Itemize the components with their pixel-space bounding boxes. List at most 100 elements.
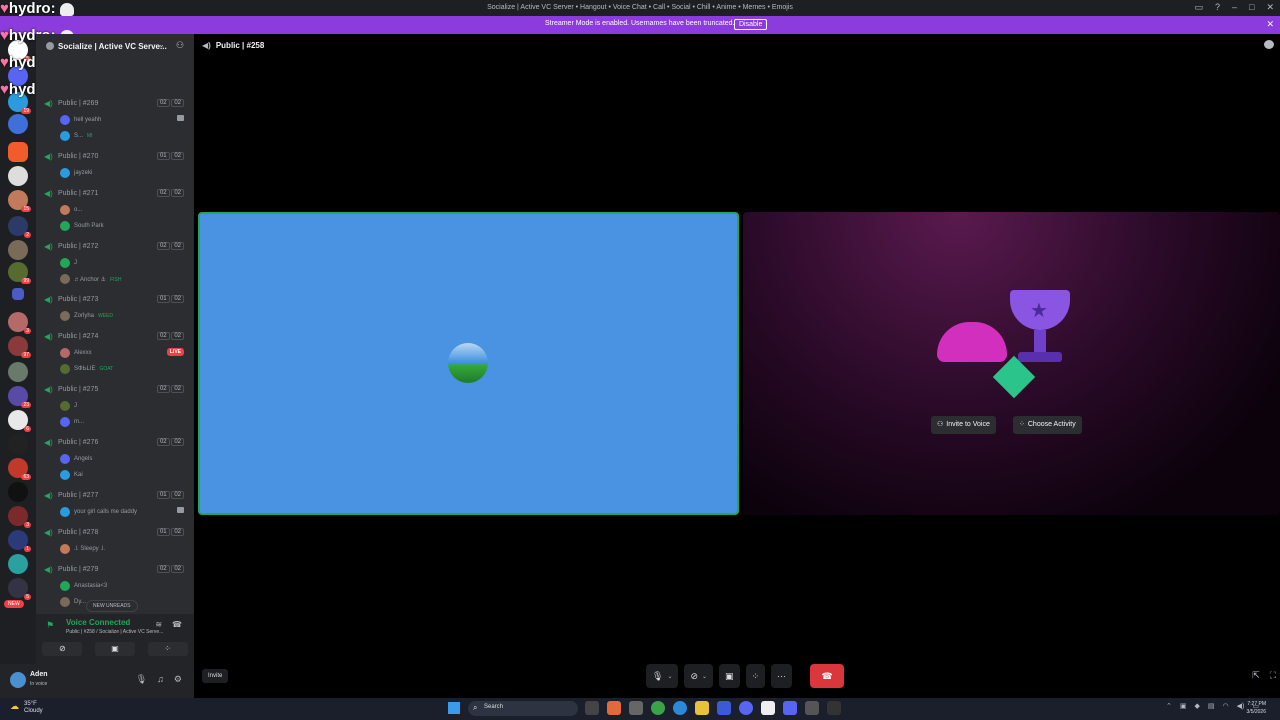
- gear-icon[interactable]: ⚙: [174, 674, 182, 685]
- app-icon[interactable]: [717, 701, 731, 715]
- inbox-icon[interactable]: ▭: [1194, 2, 1203, 13]
- voice-member[interactable]: ЅФЬLIE GOAT: [36, 361, 194, 377]
- microphone-icon[interactable]: 🎙: [136, 674, 147, 685]
- voice-member[interactable]: J: [36, 255, 194, 271]
- voice-member[interactable]: jayzeki: [36, 165, 194, 181]
- tray-app-icon[interactable]: ▤: [1208, 702, 1215, 710]
- microphone-button[interactable]: 🎙 ⌄: [646, 664, 679, 688]
- voice-channel[interactable]: ◀) Public | #273 01 02 Zorlyha WEED: [36, 292, 194, 324]
- voice-connected-label[interactable]: Voice Connected: [66, 618, 130, 627]
- server-icon[interactable]: [8, 482, 28, 502]
- server-icon[interactable]: 3: [8, 506, 31, 528]
- folder-icon[interactable]: [12, 288, 24, 300]
- chevron-down-icon[interactable]: ⌄: [158, 40, 165, 49]
- voice-member[interactable]: ♬Anchor ⚓ FISH: [36, 271, 194, 287]
- headphones-icon[interactable]: ♫: [157, 674, 164, 685]
- network-icon[interactable]: ◠: [1223, 702, 1229, 710]
- voice-channel-header[interactable]: ◀) Public | #270 01 02: [36, 149, 194, 165]
- voice-member[interactable]: hell yeahh: [36, 112, 194, 128]
- voice-channel[interactable]: ◀) Public | #269 02 02 hell yeahh S... MI: [36, 96, 194, 144]
- server-icon[interactable]: [8, 114, 28, 134]
- close-button[interactable]: ✕: [1266, 2, 1274, 13]
- voice-channel-header[interactable]: ◀) Public | #278 01 02: [36, 525, 194, 541]
- camera-button[interactable]: ⊘ ⌄: [684, 664, 714, 688]
- voice-channel-path[interactable]: Public | #258 / Socialize | Active VC Se…: [66, 629, 163, 635]
- screen-share-button[interactable]: ▣: [94, 642, 135, 656]
- voice-channel-header[interactable]: ◀) Public | #269 02 02: [36, 96, 194, 112]
- noise-suppression-icon[interactable]: ≋: [155, 620, 162, 629]
- maximize-button[interactable]: □: [1249, 2, 1254, 13]
- server-icon[interactable]: 97: [8, 336, 31, 358]
- voice-member[interactable]: o...: [36, 202, 194, 218]
- username[interactable]: Aden: [30, 671, 48, 678]
- new-unreads-button[interactable]: NEW UNREADS: [86, 600, 138, 612]
- voice-channel-header[interactable]: ◀) Public | #275 02 02: [36, 382, 194, 398]
- disable-streamer-mode-button[interactable]: Disable: [734, 19, 768, 30]
- minimize-button[interactable]: –: [1232, 2, 1237, 13]
- voice-member[interactable]: South Park: [36, 218, 194, 234]
- edge-icon[interactable]: [673, 701, 687, 715]
- server-icon[interactable]: 6: [8, 410, 31, 432]
- chevron-down-icon[interactable]: ⌄: [667, 673, 672, 680]
- voice-channel-header[interactable]: ◀) Public | #276 02 02: [36, 435, 194, 451]
- activities-button[interactable]: ⁘: [147, 642, 188, 656]
- disconnect-button[interactable]: ☎: [810, 664, 845, 688]
- voice-channel[interactable]: ◀) Public | #271 02 02 o... South Park: [36, 186, 194, 234]
- voice-channel-header[interactable]: ◀) Public | #271 02 02: [36, 186, 194, 202]
- server-icon[interactable]: [8, 554, 28, 574]
- avatar[interactable]: [10, 672, 26, 688]
- voice-member[interactable]: Anastasia<3: [36, 578, 194, 594]
- voice-channel[interactable]: ◀) Public | #277 01 02 your girl calls me d…: [36, 488, 194, 520]
- app-icon[interactable]: [629, 701, 643, 715]
- voice-channel[interactable]: ◀) Public | #276 02 02 Angels Kai: [36, 435, 194, 483]
- server-icon[interactable]: [8, 142, 28, 162]
- voice-channel[interactable]: ◀) Public | #278 01 02 .l. Sleepy .l.: [36, 525, 194, 557]
- server-icon[interactable]: 15: [8, 190, 31, 212]
- voice-member[interactable]: Kai: [36, 467, 194, 483]
- voice-channel-header[interactable]: ◀) Public | #277 01 02: [36, 488, 194, 504]
- voice-member[interactable]: Angels: [36, 451, 194, 467]
- voice-channel-header[interactable]: ◀) Public | #273 01 02: [36, 292, 194, 308]
- popout-icon[interactable]: ⇱: [1252, 670, 1260, 681]
- tray-app-icon[interactable]: ◆: [1195, 702, 1200, 710]
- voice-member[interactable]: J: [36, 398, 194, 414]
- terminal-icon[interactable]: [805, 701, 819, 715]
- app-icon[interactable]: [761, 701, 775, 715]
- invite-button[interactable]: Invite: [202, 669, 229, 683]
- invite-to-voice-button[interactable]: ⚇ Invite to Voice: [931, 416, 996, 434]
- voice-channel[interactable]: ◀) Public | #274 02 02 Alexxx LIVE ЅФЬLIE GOAT: [36, 329, 194, 377]
- voice-channel[interactable]: ◀) Public | #270 01 02 jayzeki: [36, 149, 194, 181]
- server-icon[interactable]: 63: [8, 458, 31, 480]
- screen-share-button[interactable]: ▣: [719, 664, 740, 688]
- voice-member[interactable]: m...: [36, 414, 194, 430]
- chrome-icon[interactable]: [651, 701, 665, 715]
- voice-channel-header[interactable]: ◀) Public | #279 02 02: [36, 562, 194, 578]
- activities-button[interactable]: ⁘: [745, 664, 766, 688]
- voice-channel[interactable]: ◀) Public | #272 02 02 J ♬Anchor ⚓ FISH: [36, 239, 194, 287]
- voice-channel-header[interactable]: ◀) Public | #272 02 02: [36, 239, 194, 255]
- tray-app-icon[interactable]: ▣: [1180, 702, 1187, 710]
- chevron-down-icon[interactable]: ⌄: [702, 673, 707, 680]
- file-explorer-icon[interactable]: [695, 701, 709, 715]
- server-icon[interactable]: 5: [8, 578, 31, 600]
- help-icon[interactable]: ?: [1215, 2, 1220, 13]
- voice-member[interactable]: Alexxx LIVE: [36, 345, 194, 361]
- voice-channel-header[interactable]: ◀) Public | #274 02 02: [36, 329, 194, 345]
- add-member-icon[interactable]: ⚇: [176, 40, 184, 51]
- server-icon[interactable]: 23: [8, 386, 31, 408]
- voice-member[interactable]: S... MI: [36, 128, 194, 144]
- start-button[interactable]: [448, 702, 460, 714]
- taskbar-search[interactable]: ⌕ Search: [468, 701, 578, 716]
- app-icon[interactable]: [827, 701, 841, 715]
- voice-member[interactable]: .l. Sleepy .l.: [36, 541, 194, 557]
- server-icon[interactable]: 99: [8, 262, 31, 284]
- new-servers-pill[interactable]: NEW: [4, 600, 24, 608]
- server-icon[interactable]: [8, 166, 28, 186]
- server-icon[interactable]: 1: [8, 530, 31, 552]
- discord-icon[interactable]: [783, 701, 797, 715]
- taskbar-clock[interactable]: 7:27 PM 3/5/2026: [1247, 700, 1266, 716]
- signal-icon[interactable]: ⚑: [46, 620, 54, 631]
- chat-icon[interactable]: [1264, 40, 1274, 49]
- voice-channel[interactable]: ◀) Public | #275 02 02 Jm...: [36, 382, 194, 430]
- task-view-icon[interactable]: [585, 701, 599, 715]
